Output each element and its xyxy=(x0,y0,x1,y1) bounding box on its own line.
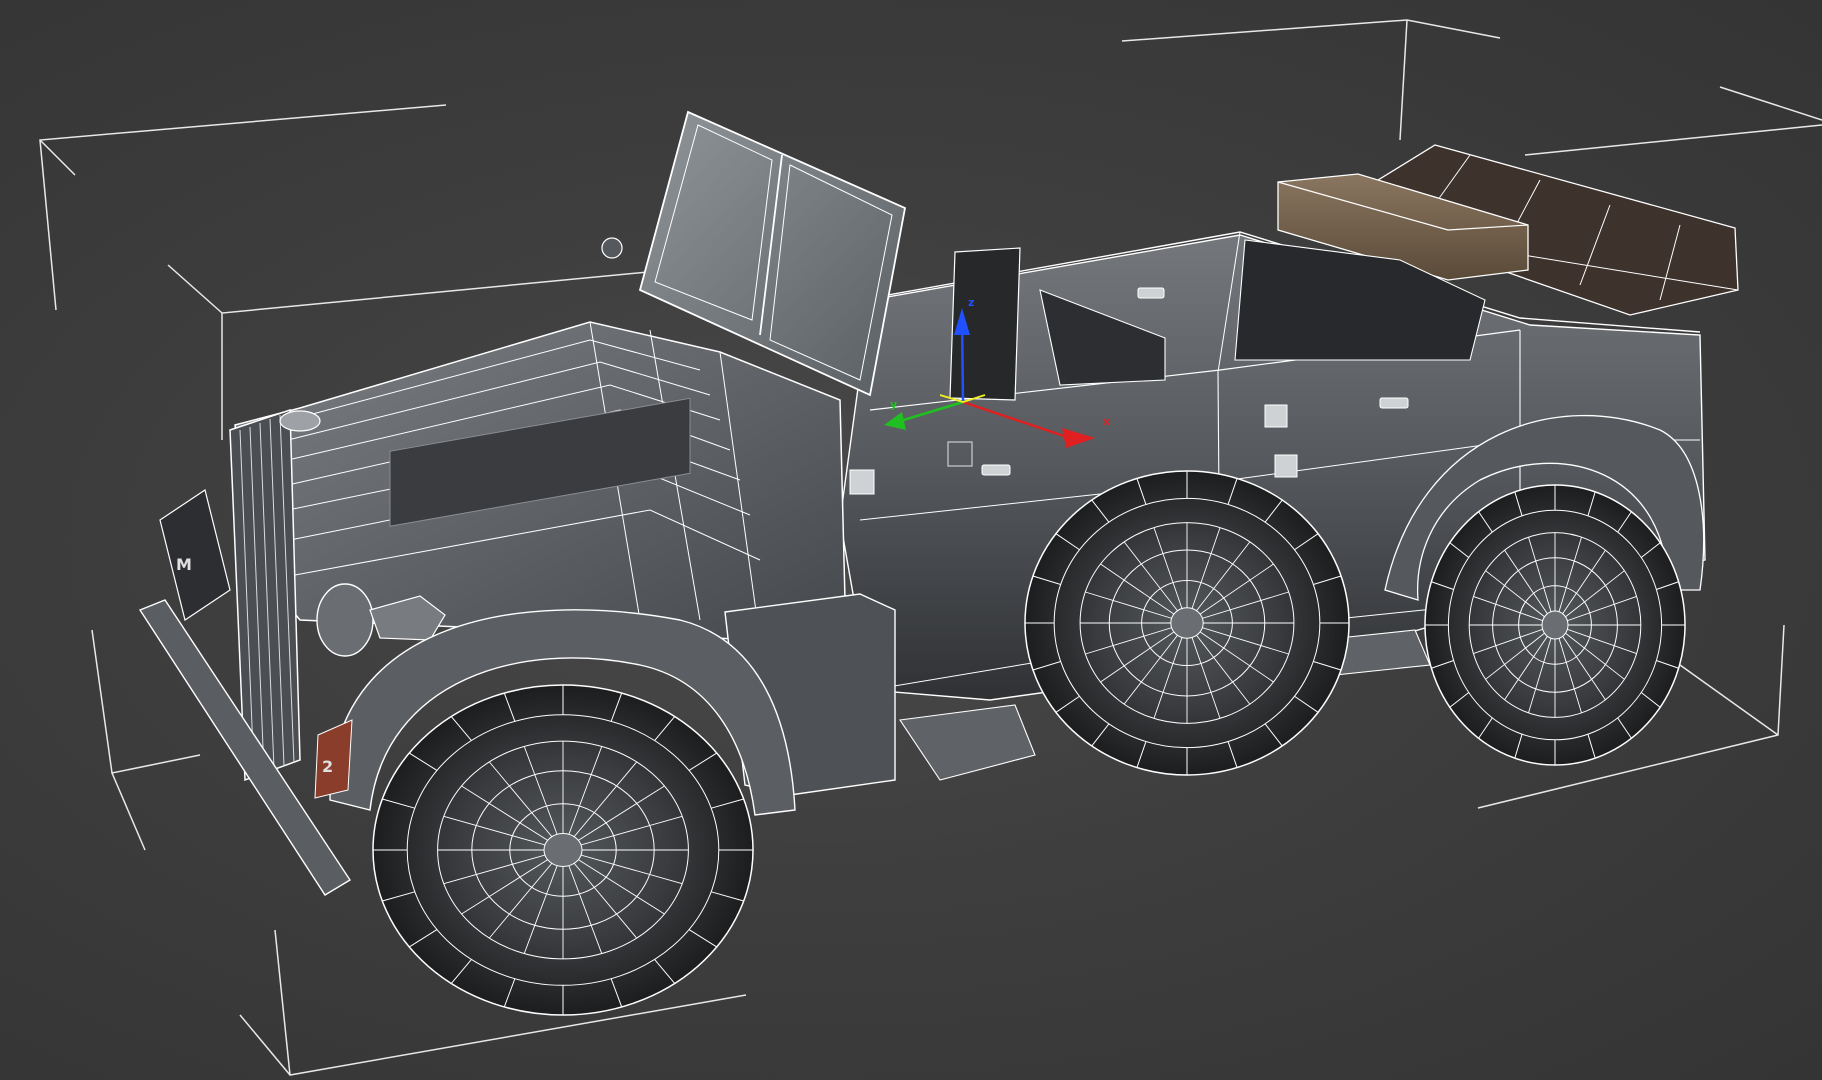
bbox-corner-top-right xyxy=(1121,19,1501,42)
front-wheel-hub xyxy=(543,833,583,867)
hinge-lower xyxy=(1274,454,1298,478)
middle-wheel[interactable] xyxy=(1024,470,1350,776)
viewport-scene[interactable]: M 2 x y z xyxy=(0,0,1822,1080)
middle-wheel-hub xyxy=(1170,607,1204,639)
headlight xyxy=(316,583,374,657)
door-handle-front xyxy=(981,464,1011,476)
radiator-cap xyxy=(279,410,321,432)
door-handle-rear xyxy=(1137,287,1165,299)
door-handle-side xyxy=(1379,397,1409,409)
rear-wheel-hub xyxy=(1541,610,1569,640)
vehicle-model[interactable]: M 2 x y z xyxy=(138,110,1739,1016)
gizmo-y-label: y xyxy=(890,398,897,411)
bbox-corner-far-right xyxy=(1719,86,1822,121)
side-mirror xyxy=(601,237,623,259)
fender-marking xyxy=(314,719,353,799)
hinge-front xyxy=(849,469,875,495)
hinge-upper xyxy=(1264,404,1288,428)
license-plate xyxy=(159,489,231,621)
license-plate-text: M xyxy=(176,555,192,574)
gizmo-z-label: z xyxy=(968,296,974,309)
running-board-front xyxy=(899,704,1036,781)
3d-viewport[interactable]: M 2 x y z xyxy=(0,0,1822,1080)
rear-wheel[interactable] xyxy=(1424,484,1686,766)
bbox-corner-top-left xyxy=(39,104,447,311)
gizmo-x-label: x xyxy=(1103,415,1110,428)
front-wheel[interactable] xyxy=(372,684,754,1016)
bbox-corner-bottom-front xyxy=(274,929,291,1076)
fender-marking-number: 2 xyxy=(322,757,333,776)
